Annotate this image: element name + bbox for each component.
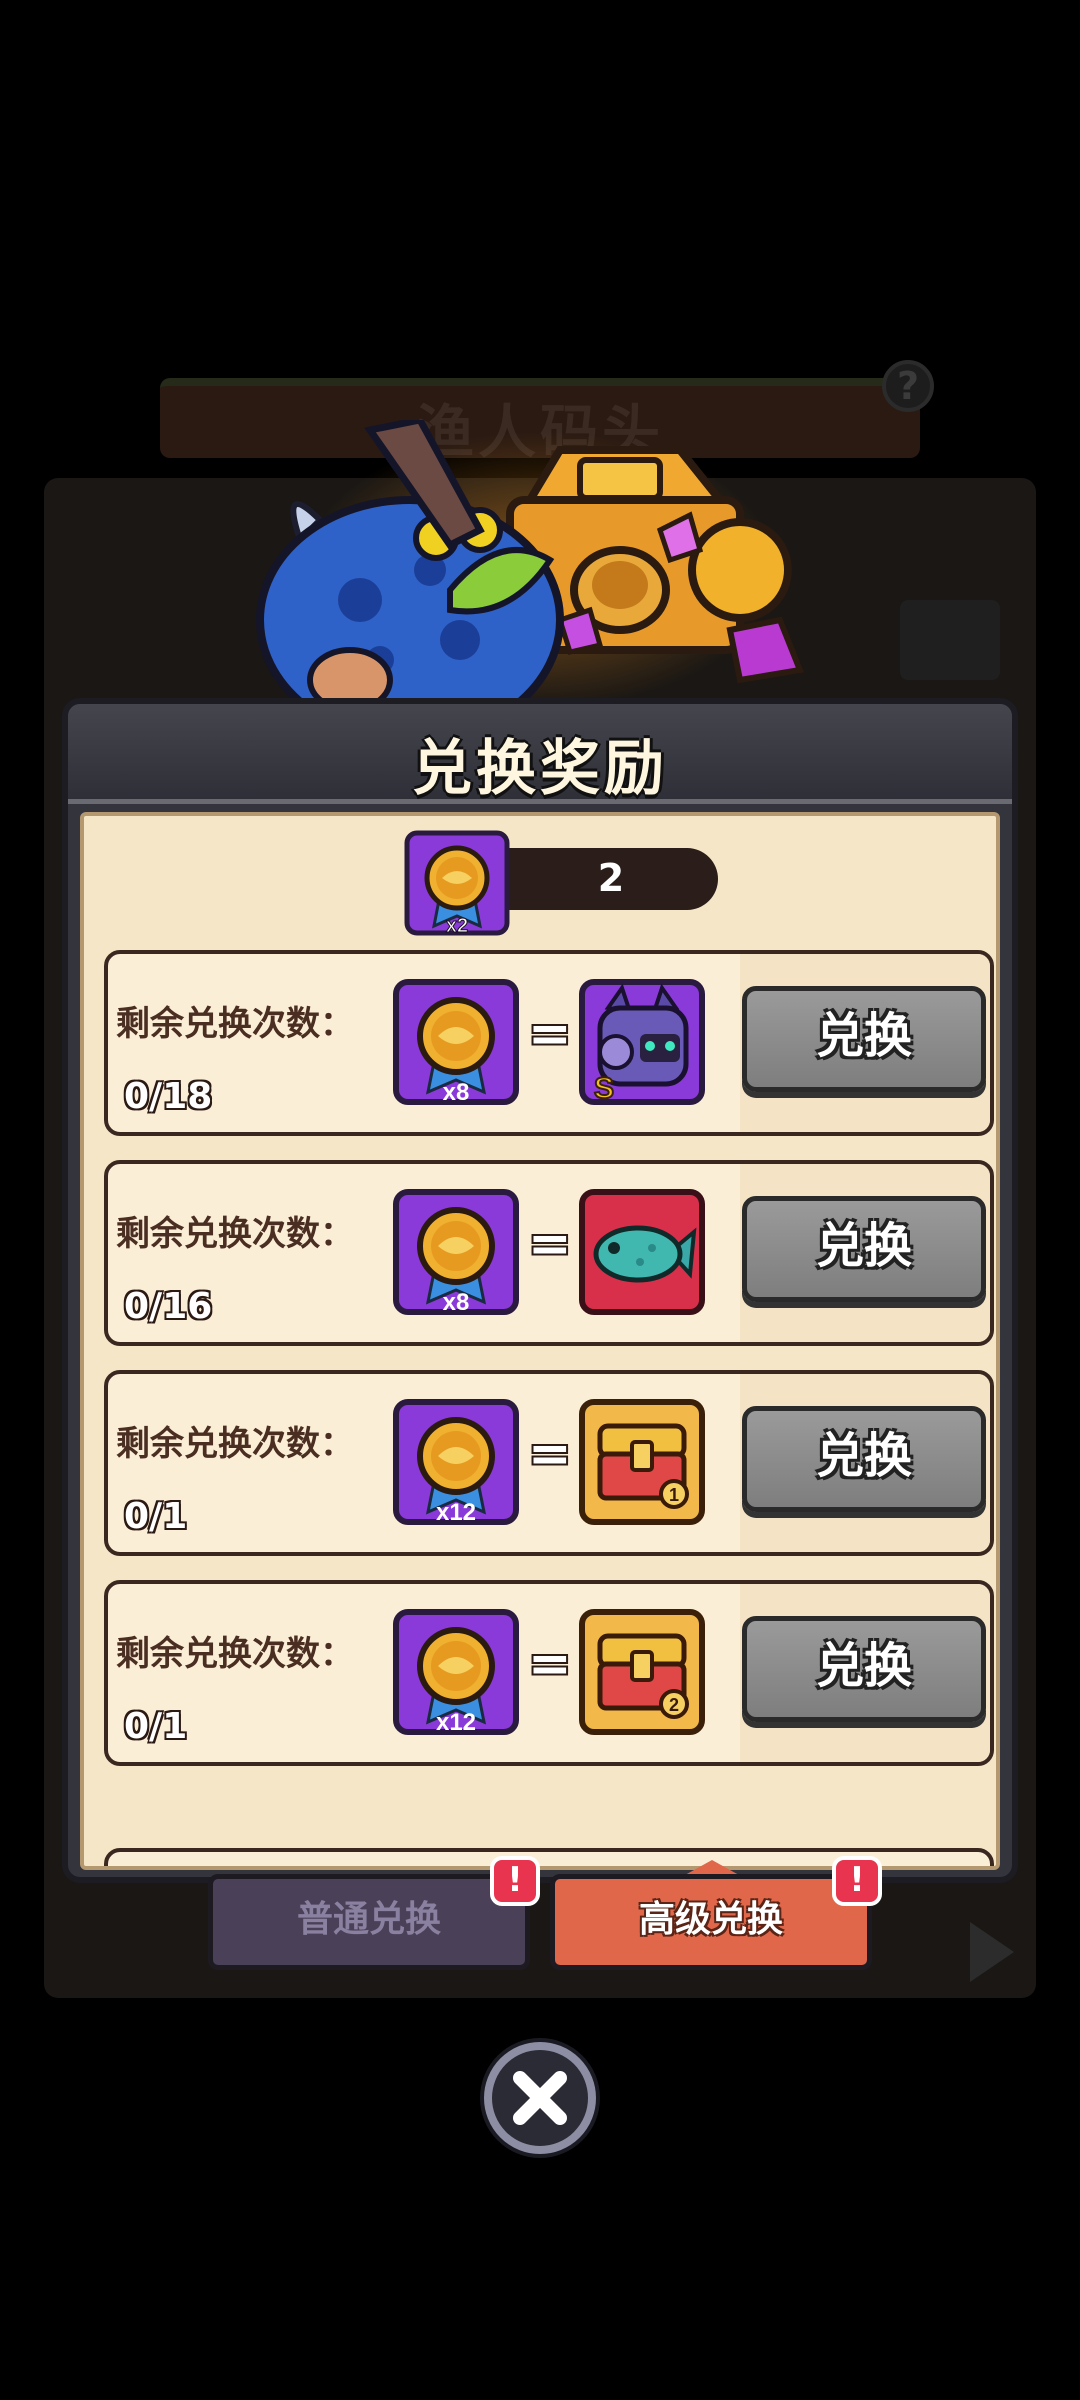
exchange-row: 剩余兑换次数： 0/16 x8 = 兑换 [104,1160,994,1346]
tab-normal-exchange[interactable]: 普通兑换 [208,1874,530,1970]
gold-fish-medal-icon: x12 [393,1399,519,1526]
exchange-row: 剩余兑换次数： 0/18 x8 = S 兑换 [104,950,994,1136]
help-icon[interactable]: ? [882,360,934,412]
remaining-exchanges-count: 0/18 [124,1076,213,1117]
gold-fish-medal-icon: x2 [404,830,510,936]
exchange-row: 剩余兑换次数： 0/1 x12 = 2 兑换 [104,1580,994,1766]
background-side-panel [900,600,1000,680]
currency-value: 2 [597,856,625,900]
exchange-button[interactable]: 兑换 [742,986,986,1092]
exchange-reward-modal: 兑换奖励 2 x2 剩余兑换次数： 0/18 x8 = S 兑换 剩余兑换次数：… [62,698,1018,1883]
modal-header: 兑换奖励 [68,704,1012,804]
modal-title: 兑换奖励 [412,734,668,804]
modal-body[interactable]: 2 x2 剩余兑换次数： 0/18 x8 = S 兑换 剩余兑换次数： 0/16… [80,812,1000,1870]
gold-fish-medal-icon: x8 [393,1189,519,1316]
tab-advanced-exchange-label: 高级兑换 [638,1899,783,1940]
remaining-exchanges-label: 剩余兑换次数： [116,1634,354,1674]
exchange-button-label: 兑换 [815,1638,912,1694]
exchange-button[interactable]: 兑换 [742,1616,986,1722]
tab-normal-alert-badge: ! [490,1856,540,1906]
exchange-button[interactable]: 兑换 [742,1406,986,1512]
equals-sign: = [528,1214,572,1274]
exchange-button-label: 兑换 [815,1218,912,1274]
gold-fish-medal-icon: x8 [393,979,519,1106]
equals-sign: = [528,1634,572,1694]
cost-quantity: x8 [443,1079,470,1106]
rank-badge: S [594,1072,614,1105]
tab-normal-exchange-label: 普通兑换 [296,1899,441,1940]
remaining-exchanges-count: 0/1 [124,1706,188,1747]
hero-illustration [256,420,805,720]
golden-chest-tier-2-icon: 2 [579,1609,705,1735]
currency-icon-count: x2 [446,915,468,936]
exchange-button-label: 兑换 [815,1008,912,1064]
cost-quantity: x8 [443,1289,470,1316]
svg-text:1: 1 [669,1485,679,1505]
currency-bar: 2 [504,848,718,910]
tab-advanced-exchange[interactable]: 高级兑换 [550,1874,872,1970]
teal-fish-icon [579,1189,705,1315]
gold-fish-medal-icon: x12 [393,1609,519,1736]
equals-sign: = [528,1424,572,1484]
exchange-row: 剩余兑换次数： 0/1 x12 = 1 兑换 [104,1370,994,1556]
cost-quantity: x12 [436,1709,476,1736]
purple-robot-cat-s-rank-icon: S [579,979,705,1106]
tab-advanced-alert-badge: ! [832,1856,882,1906]
next-arrow-icon[interactable] [970,1922,1014,1982]
remaining-exchanges-label: 剩余兑换次数： [116,1214,354,1254]
remaining-exchanges-count: 0/1 [124,1496,188,1537]
remaining-exchanges-count: 0/16 [124,1286,213,1327]
remaining-exchanges-label: 剩余兑换次数： [116,1004,354,1044]
exchange-button-label: 兑换 [815,1428,912,1484]
cost-quantity: x12 [436,1499,476,1526]
close-button[interactable] [484,2042,596,2154]
svg-text:2: 2 [669,1695,679,1715]
remaining-exchanges-label: 剩余兑换次数： [116,1424,354,1464]
fish-mascot-icon [256,420,564,720]
equals-sign: = [528,1004,572,1064]
exchange-button[interactable]: 兑换 [742,1196,986,1302]
golden-chest-tier-1-icon: 1 [579,1399,705,1525]
close-icon [513,2071,567,2125]
